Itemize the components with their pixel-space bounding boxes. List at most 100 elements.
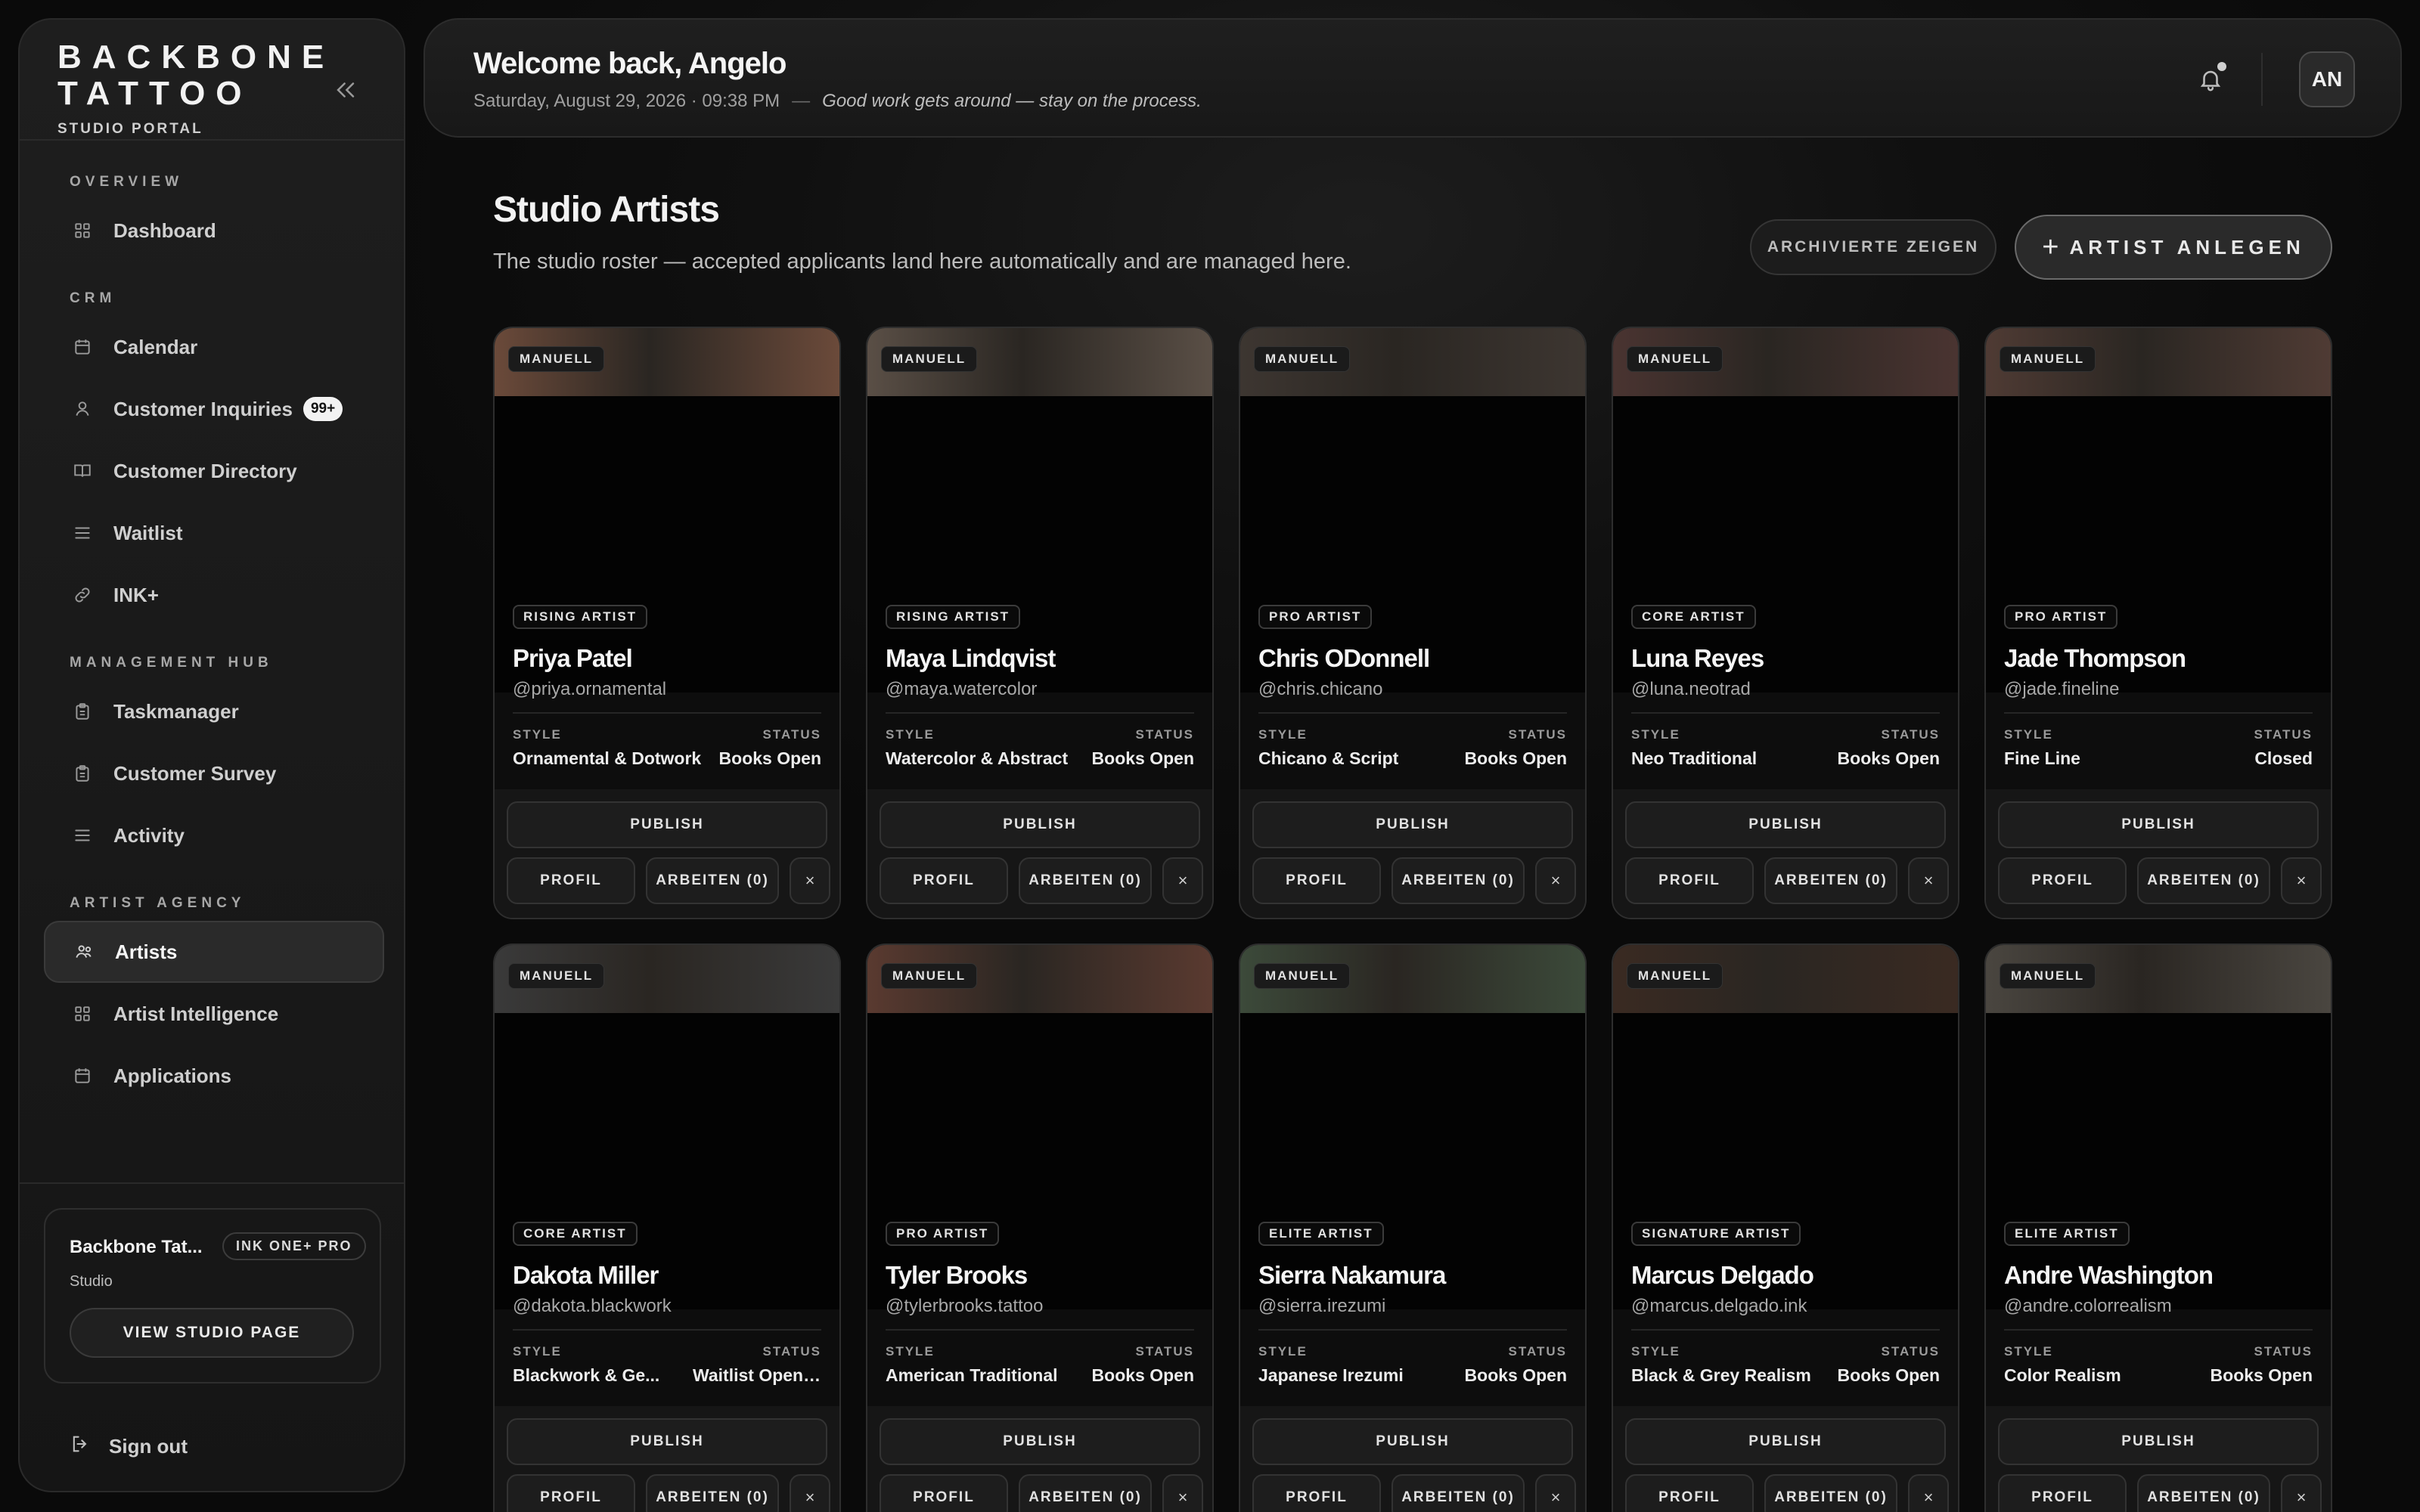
publish-button[interactable]: PUBLISH [507, 801, 827, 848]
card-divider [2004, 712, 2313, 714]
publish-button[interactable]: PUBLISH [507, 1418, 827, 1465]
profile-button[interactable]: PROFIL [1998, 1474, 2127, 1512]
style-value: Neo Traditional [1631, 748, 1758, 768]
profile-button[interactable]: PROFIL [1625, 1474, 1754, 1512]
status-label: STATUS [2254, 727, 2313, 742]
close-icon[interactable]: × [1162, 857, 1203, 904]
style-label: STYLE [1258, 1344, 1308, 1359]
artist-card[interactable]: MANUELL ELITE ARTIST Sierra Nakamura @sierr… [1239, 943, 1587, 1512]
publish-button[interactable]: PUBLISH [1998, 1418, 2319, 1465]
close-icon[interactable]: × [1162, 1474, 1203, 1512]
works-button[interactable]: ARBEITEN (0) [1764, 857, 1897, 904]
profile-button[interactable]: PROFIL [880, 857, 1008, 904]
publish-button[interactable]: PUBLISH [1252, 801, 1573, 848]
card-divider [1258, 1329, 1567, 1331]
tier-badge: SIGNATURE ARTIST [1631, 1222, 1801, 1246]
artist-card[interactable]: MANUELL RISING ARTIST Maya Lindqvist @maya.… [866, 327, 1214, 919]
card-divider [1258, 712, 1567, 714]
manual-badge: MANUELL [508, 346, 605, 372]
works-button[interactable]: ARBEITEN (0) [646, 1474, 779, 1512]
profile-button[interactable]: PROFIL [1252, 857, 1381, 904]
style-value: Blackwork & Ge... [513, 1365, 660, 1385]
profile-button[interactable]: PROFIL [1252, 1474, 1381, 1512]
publish-button[interactable]: PUBLISH [1998, 801, 2319, 848]
sidebar-item-customer-directory[interactable]: Customer Directory [44, 440, 384, 502]
publish-button[interactable]: PUBLISH [1252, 1418, 1573, 1465]
create-artist-button[interactable]: + ARTIST ANLEGEN [2015, 215, 2332, 280]
nav-section-label: OVERVIEW [70, 174, 184, 190]
artist-name: Sierra Nakamura [1258, 1261, 1446, 1289]
status-value: Books Open [2210, 1365, 2313, 1385]
sidebar-item-calendar[interactable]: Calendar [44, 316, 384, 378]
notification-dot [2217, 62, 2226, 71]
close-icon[interactable]: × [790, 1474, 830, 1512]
card-divider [513, 1329, 821, 1331]
close-icon[interactable]: × [2281, 857, 2322, 904]
publish-button[interactable]: PUBLISH [880, 1418, 1200, 1465]
sidebar-item-artist-intelligence[interactable]: Artist Intelligence [44, 983, 384, 1045]
artist-name: Dakota Miller [513, 1261, 659, 1289]
sidebar-item-waitlist[interactable]: Waitlist [44, 502, 384, 564]
show-archived-button[interactable]: ARCHIVIERTE ZEIGEN [1750, 219, 1996, 275]
artist-card[interactable]: MANUELL RISING ARTIST Priya Patel @priya.or… [493, 327, 841, 919]
artist-card[interactable]: MANUELL ELITE ARTIST Andre Washington @andr… [1984, 943, 2332, 1512]
plan-badge: INK ONE+ PRO [222, 1232, 366, 1260]
profile-button[interactable]: PROFIL [507, 857, 635, 904]
artist-name: Marcus Delgado [1631, 1261, 1814, 1289]
profile-button[interactable]: PROFIL [1998, 857, 2127, 904]
works-button[interactable]: ARBEITEN (0) [2137, 1474, 2270, 1512]
works-button[interactable]: ARBEITEN (0) [1019, 1474, 1152, 1512]
works-button[interactable]: ARBEITEN (0) [2137, 857, 2270, 904]
publish-button[interactable]: PUBLISH [1625, 1418, 1946, 1465]
collapse-sidebar-button[interactable] [321, 65, 371, 115]
close-icon[interactable]: × [1535, 857, 1576, 904]
sidebar-item-activity[interactable]: Activity [44, 804, 384, 866]
artist-card[interactable]: MANUELL PRO ARTIST Chris ODonnell @chris.ch… [1239, 327, 1587, 919]
sidebar-item-applications[interactable]: Applications [44, 1045, 384, 1107]
style-value: Black & Grey Realism [1631, 1365, 1811, 1385]
status-value: Books Open [1837, 748, 1940, 768]
view-studio-page-button[interactable]: VIEW STUDIO PAGE [70, 1308, 354, 1358]
publish-button[interactable]: PUBLISH [880, 801, 1200, 848]
artist-handle: @sierra.irezumi [1258, 1296, 1386, 1316]
sign-out-button[interactable]: Sign out [70, 1433, 188, 1460]
profile-button[interactable]: PROFIL [507, 1474, 635, 1512]
book-icon [70, 458, 95, 484]
artist-card[interactable]: MANUELL CORE ARTIST Luna Reyes @luna.neotra… [1612, 327, 1959, 919]
sidebar-item-ink[interactable]: INK+ [44, 564, 384, 626]
works-button[interactable]: ARBEITEN (0) [1019, 857, 1152, 904]
style-label: STYLE [1631, 1344, 1680, 1359]
artist-card[interactable]: MANUELL PRO ARTIST Tyler Brooks @tylerbrook… [866, 943, 1214, 1512]
style-value: Japanese Irezumi [1258, 1365, 1404, 1385]
profile-button[interactable]: PROFIL [880, 1474, 1008, 1512]
header-subline: Saturday, August 29, 2026 · 09:38 PM — Goo… [473, 91, 1202, 112]
close-icon[interactable]: × [1535, 1474, 1576, 1512]
link-icon [70, 582, 95, 608]
brand-logo[interactable]: BACKBONE TATTOO STUDIO PORTAL [57, 39, 324, 138]
sidebar-item-customer-inquiries[interactable]: Customer Inquiries 99+ [44, 378, 384, 440]
user-icon [70, 396, 95, 422]
close-icon[interactable]: × [790, 857, 830, 904]
works-button[interactable]: ARBEITEN (0) [1392, 857, 1525, 904]
close-icon[interactable]: × [1908, 1474, 1949, 1512]
artist-handle: @tylerbrooks.tattoo [886, 1296, 1044, 1316]
works-button[interactable]: ARBEITEN (0) [646, 857, 779, 904]
sidebar-item-taskmanager[interactable]: Taskmanager [44, 680, 384, 742]
publish-button[interactable]: PUBLISH [1625, 801, 1946, 848]
notifications-button[interactable] [2190, 59, 2231, 100]
close-icon[interactable]: × [2281, 1474, 2322, 1512]
works-button[interactable]: ARBEITEN (0) [1764, 1474, 1897, 1512]
works-button[interactable]: ARBEITEN (0) [1392, 1474, 1525, 1512]
sidebar-item-dashboard[interactable]: Dashboard [44, 200, 384, 262]
style-label: STYLE [886, 727, 935, 742]
artist-card[interactable]: MANUELL CORE ARTIST Dakota Miller @dakota.b… [493, 943, 841, 1512]
sidebar-item-label: Taskmanager [113, 699, 239, 723]
close-icon[interactable]: × [1908, 857, 1949, 904]
artist-card[interactable]: MANUELL SIGNATURE ARTIST Marcus Delgado @ma… [1612, 943, 1959, 1512]
profile-button[interactable]: PROFIL [1625, 857, 1754, 904]
artist-handle: @chris.chicano [1258, 679, 1383, 699]
avatar[interactable]: AN [2299, 51, 2355, 107]
sidebar-item-artists[interactable]: Artists [44, 921, 384, 983]
sidebar-item-customer-survey[interactable]: Customer Survey [44, 742, 384, 804]
artist-card[interactable]: MANUELL PRO ARTIST Jade Thompson @jade.fine… [1984, 327, 2332, 919]
